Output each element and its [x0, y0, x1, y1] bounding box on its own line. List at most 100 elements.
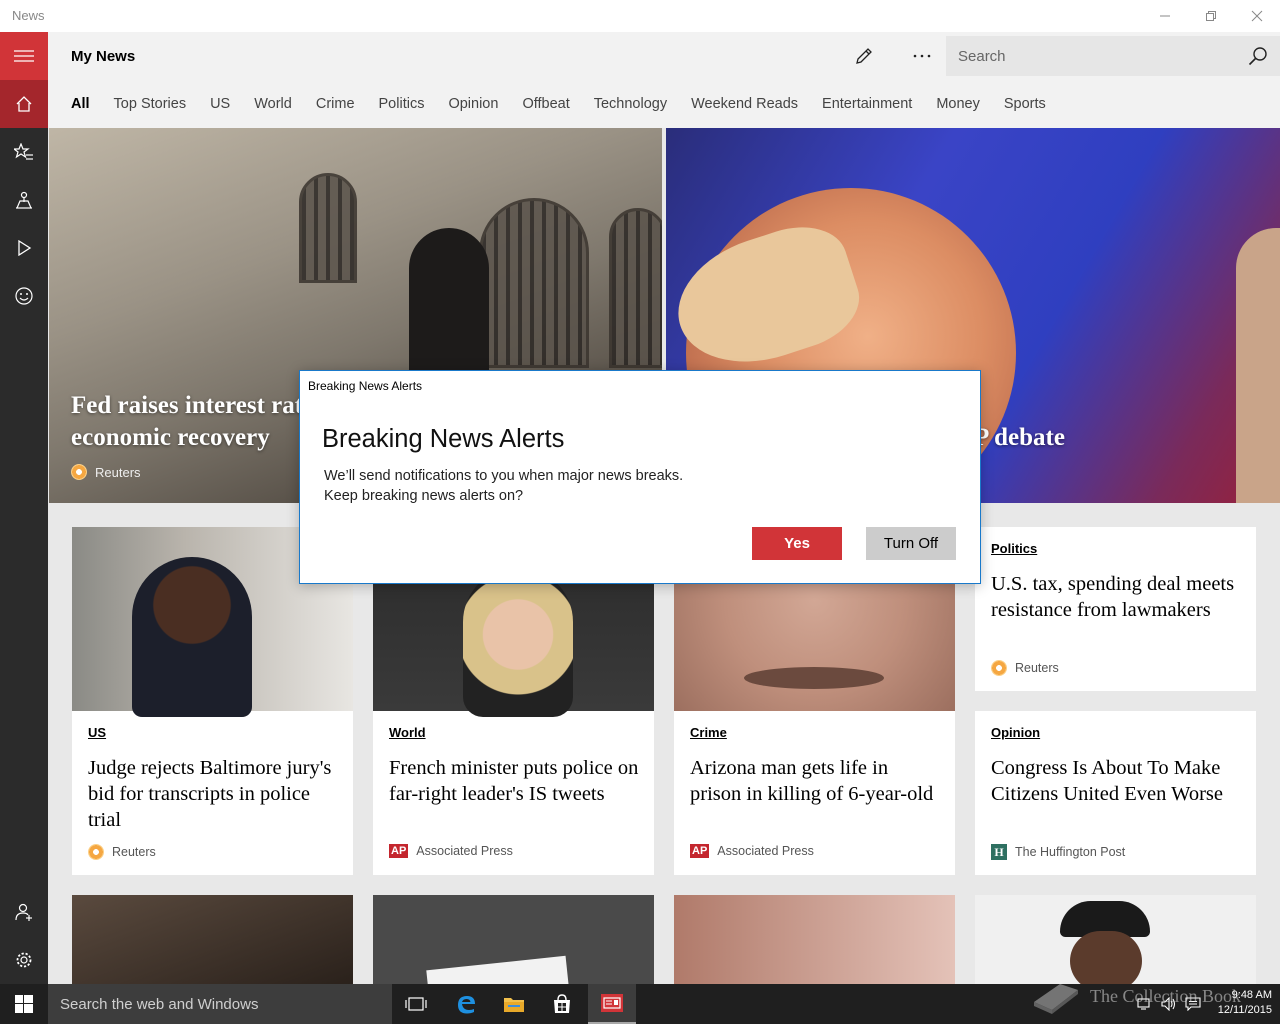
story-card-photo[interactable] — [674, 895, 955, 984]
account-icon — [15, 903, 32, 921]
breaking-news-dialog: Breaking News Alerts Breaking News Alert… — [299, 370, 981, 584]
tab-entertainment[interactable]: Entertainment — [822, 96, 912, 116]
hero-left-source: Reuters — [71, 464, 141, 480]
tab-all[interactable]: All — [71, 96, 90, 116]
file-explorer-button[interactable] — [490, 984, 538, 1024]
card-headline: U.S. tax, spending deal meets resistance… — [991, 573, 1235, 621]
more-icon — [913, 54, 931, 58]
card-category[interactable]: Crime — [690, 725, 727, 740]
dialog-window-title: Breaking News Alerts — [308, 379, 423, 393]
title-bar: News — [0, 0, 1280, 32]
edit-button[interactable] — [844, 42, 884, 70]
category-tabs: All Top Stories US World Crime Politics … — [71, 96, 1070, 116]
card-source: Reuters — [991, 660, 1059, 676]
card-headline: French minister puts police on far-right… — [389, 757, 639, 805]
close-button[interactable] — [1234, 0, 1280, 32]
nav-video[interactable] — [0, 224, 48, 272]
story-card-opinion[interactable]: Opinion Congress Is About To Make Citize… — [975, 711, 1256, 875]
hero-right-headline: P debate — [974, 424, 1065, 451]
search-placeholder: Search — [958, 48, 1006, 65]
taskbar-search[interactable]: Search the web and Windows — [48, 984, 392, 1024]
news-app-window: News My News Search All Top Stories US W… — [0, 0, 1280, 1024]
task-view-icon — [405, 997, 427, 1011]
nav-settings[interactable] — [0, 936, 48, 984]
nav-account[interactable] — [0, 888, 48, 936]
hamburger-icon — [14, 50, 34, 62]
watermark-text: The Collection Book — [1090, 985, 1241, 1006]
tab-technology[interactable]: Technology — [594, 96, 667, 116]
card-source: H The Huffington Post — [991, 844, 1125, 860]
tab-offbeat[interactable]: Offbeat — [522, 96, 569, 116]
home-icon — [16, 96, 32, 112]
nav-favorites[interactable] — [0, 128, 48, 176]
card-category[interactable]: Politics — [991, 541, 1037, 556]
card-source: AP Associated Press — [389, 844, 513, 858]
nav-sports[interactable] — [0, 272, 48, 320]
story-card-politics[interactable]: Politics U.S. tax, spending deal meets r… — [975, 527, 1256, 691]
edge-icon — [458, 996, 475, 1014]
card-headline: Arizona man gets life in prison in killi… — [690, 757, 934, 805]
card-category[interactable]: World — [389, 725, 426, 740]
app-header: My News Search All Top Stories US World … — [48, 32, 1280, 128]
nav-home[interactable] — [0, 80, 48, 128]
store-icon — [554, 994, 570, 1013]
edge-browser-button[interactable] — [442, 984, 490, 1024]
turn-off-button[interactable]: Turn Off — [866, 527, 956, 560]
hamburger-button[interactable] — [0, 32, 48, 80]
news-icon — [601, 994, 623, 1012]
taskbar-search-placeholder: Search the web and Windows — [60, 996, 259, 1013]
start-button[interactable] — [0, 984, 48, 1024]
page-title: My News — [71, 48, 136, 65]
card-category[interactable]: Opinion — [991, 725, 1040, 740]
tab-politics[interactable]: Politics — [379, 96, 425, 116]
search-box[interactable]: Search — [946, 36, 1280, 76]
card-source: AP Associated Press — [690, 844, 814, 858]
video-icon — [18, 240, 32, 256]
smiley-icon — [15, 287, 33, 305]
tab-world[interactable]: World — [254, 96, 292, 116]
story-card-photo[interactable] — [975, 895, 1256, 984]
nav-local[interactable] — [0, 176, 48, 224]
tab-us[interactable]: US — [210, 96, 230, 116]
card-headline: Congress Is About To Make Citizens Unite… — [991, 757, 1223, 805]
minimize-button[interactable] — [1142, 0, 1188, 32]
card-category[interactable]: US — [88, 725, 106, 740]
story-card-photo[interactable] — [72, 895, 353, 984]
windows-logo-icon — [15, 995, 33, 1013]
watermark: The Collection Book — [1030, 976, 1241, 1016]
minimize-icon — [1160, 15, 1170, 17]
local-icon — [16, 191, 32, 209]
nav-rail — [0, 32, 48, 984]
ap-logo-icon: AP — [389, 844, 409, 858]
tab-opinion[interactable]: Opinion — [448, 96, 498, 116]
dialog-heading: Breaking News Alerts — [322, 425, 565, 453]
favorites-icon — [14, 143, 33, 160]
tab-top-stories[interactable]: Top Stories — [114, 96, 187, 116]
card-source: Reuters — [88, 844, 156, 860]
yes-button[interactable]: Yes — [752, 527, 842, 560]
search-icon — [1248, 47, 1267, 66]
store-button[interactable] — [538, 984, 586, 1024]
settings-icon — [16, 952, 32, 968]
ap-logo-icon: AP — [690, 844, 710, 858]
tab-money[interactable]: Money — [936, 96, 980, 116]
news-app-button[interactable] — [588, 984, 636, 1024]
book-logo-icon — [1034, 984, 1078, 1014]
huffpost-logo-icon: H — [991, 844, 1007, 860]
more-options-button[interactable] — [902, 42, 942, 70]
close-icon — [1251, 10, 1263, 22]
tab-crime[interactable]: Crime — [316, 96, 355, 116]
restore-icon — [1206, 11, 1216, 21]
dialog-body: We’ll send notifications to you when maj… — [324, 468, 684, 504]
reuters-logo-icon — [71, 464, 87, 480]
app-name: News — [12, 8, 45, 23]
pencil-icon — [856, 48, 872, 64]
reuters-logo-icon — [991, 660, 1007, 676]
reuters-logo-icon — [88, 844, 104, 860]
story-card-photo[interactable] — [373, 895, 654, 984]
folder-icon — [504, 998, 524, 1012]
restore-button[interactable] — [1188, 0, 1234, 32]
tab-sports[interactable]: Sports — [1004, 96, 1046, 116]
tab-weekend-reads[interactable]: Weekend Reads — [691, 96, 798, 116]
task-view-button[interactable] — [392, 984, 440, 1024]
